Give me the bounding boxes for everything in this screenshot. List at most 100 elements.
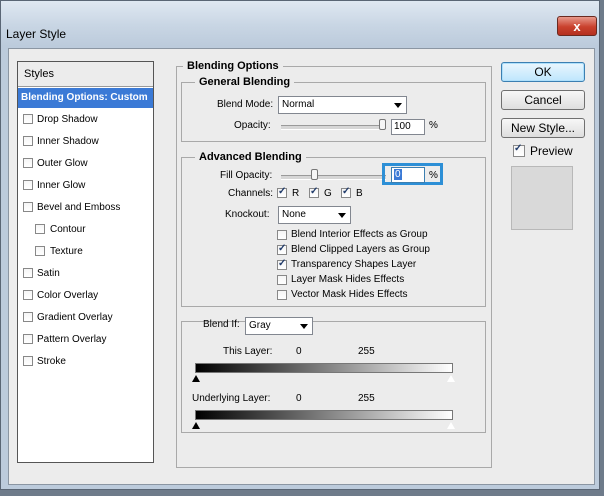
blending-options-title: Blending Options [183,60,283,72]
style-item-label: Texture [50,246,83,257]
this-layer-black-slider[interactable] [192,375,200,382]
channel-g-checkbox[interactable] [309,186,319,198]
advanced-blending-title: Advanced Blending [195,151,306,163]
blend-if-select[interactable]: Gray [245,317,313,335]
opacity-slider-thumb[interactable] [379,119,386,130]
style-item-blending-options[interactable]: Blending Options: Custom [18,88,153,108]
style-item-label: Satin [37,268,60,279]
style-item-inner-glow[interactable]: Inner Glow [18,176,153,196]
ok-button[interactable]: OK [501,62,585,82]
styles-list-header: Styles [18,62,153,87]
close-button[interactable]: x [557,16,597,36]
this-layer-gradient-bar [195,363,453,373]
channel-r-label: R [292,188,300,199]
knockout-select[interactable]: None [278,206,351,224]
opacity-slider-track[interactable] [281,125,386,130]
channels-label: Channels: [228,188,274,199]
underlying-black-slider[interactable] [192,422,200,429]
fill-opacity-label: Fill Opacity: [220,170,273,181]
underlying-white-slider[interactable] [446,421,456,430]
style-item-label: Drop Shadow [37,114,98,125]
vector-mask-hides-label: Vector Mask Hides Effects [291,289,408,300]
style-item-gradient-overlay[interactable]: Gradient Overlay [18,308,153,328]
style-item-drop-shadow[interactable]: Drop Shadow [18,110,153,130]
fill-opacity-value: 0 [394,169,402,180]
channel-b-checkbox[interactable] [341,186,351,198]
style-item-stroke[interactable]: Stroke [18,352,153,372]
style-item-outer-glow[interactable]: Outer Glow [18,154,153,174]
opacity-label: Opacity: [234,120,271,131]
style-item-label: Gradient Overlay [37,312,113,323]
dialog-client: Styles Blending Options: Custom Drop Sha… [8,48,595,485]
this-layer-white-slider[interactable] [446,374,456,383]
pattern-overlay-checkbox[interactable] [23,334,33,344]
inner-glow-checkbox[interactable] [23,180,33,190]
general-blending-title: General Blending [195,76,295,88]
style-item-pattern-overlay[interactable]: Pattern Overlay [18,330,153,350]
blend-mode-label: Blend Mode: [217,99,274,110]
gradient-overlay-checkbox[interactable] [23,312,33,322]
contour-checkbox[interactable] [35,224,45,234]
stroke-checkbox[interactable] [23,356,33,366]
layer-mask-hides-label: Layer Mask Hides Effects [291,274,405,285]
opacity-input[interactable]: 100 [391,119,425,135]
this-layer-label: This Layer: [223,346,273,357]
chevron-down-icon [338,213,346,218]
style-item-label: Blending Options: Custom [21,92,148,103]
this-layer-low: 0 [296,346,302,357]
window-title: Layer Style [6,27,67,41]
knockout-label: Knockout: [225,209,270,220]
style-item-label: Inner Glow [37,180,86,191]
cancel-button[interactable]: Cancel [501,90,585,110]
channel-b-label: B [356,188,363,199]
style-item-bevel-emboss[interactable]: Bevel and Emboss [18,198,153,218]
chevron-down-icon [394,103,402,108]
blend-if-label: Blend If: [203,319,240,330]
style-item-texture[interactable]: Texture [18,242,153,262]
fill-opacity-slider-thumb[interactable] [311,169,318,180]
inner-shadow-checkbox[interactable] [23,136,33,146]
style-item-label: Outer Glow [37,158,88,169]
transparency-shapes-label: Transparency Shapes Layer [291,259,417,270]
blend-if-value: Gray [249,320,271,331]
texture-checkbox[interactable] [35,246,45,256]
fill-opacity-unit: % [429,170,438,181]
blend-clipped-label: Blend Clipped Layers as Group [291,244,430,255]
outer-glow-checkbox[interactable] [23,158,33,168]
blend-clipped-checkbox[interactable] [277,243,287,255]
blend-interior-label: Blend Interior Effects as Group [291,229,428,240]
chevron-down-icon [300,324,308,329]
style-item-satin[interactable]: Satin [18,264,153,284]
underlying-layer-label: Underlying Layer: [192,393,271,404]
style-item-contour[interactable]: Contour [18,220,153,240]
styles-list: Styles Blending Options: Custom Drop Sha… [17,61,154,463]
fill-opacity-slider-track[interactable] [281,175,386,180]
fill-opacity-input[interactable]: 0 [391,167,425,183]
preview-checkbox[interactable] [513,143,525,157]
drop-shadow-checkbox[interactable] [23,114,33,124]
underlying-layer-gradient-bar [195,410,453,420]
blend-interior-checkbox[interactable] [277,230,287,240]
channel-r-checkbox[interactable] [277,186,287,198]
opacity-unit: % [429,120,438,131]
style-item-label: Contour [50,224,86,235]
knockout-value: None [282,209,306,220]
underlying-layer-high: 255 [358,393,375,404]
satin-checkbox[interactable] [23,268,33,278]
blend-mode-value: Normal [282,99,315,110]
preview-label: Preview [530,144,573,158]
color-overlay-checkbox[interactable] [23,290,33,300]
blend-mode-select[interactable]: Normal [278,96,407,114]
this-layer-high: 255 [358,346,375,357]
bevel-emboss-checkbox[interactable] [23,202,33,212]
transparency-shapes-checkbox[interactable] [277,258,287,270]
channel-g-label: G [324,188,332,199]
layer-mask-hides-checkbox[interactable] [277,275,287,285]
style-item-color-overlay[interactable]: Color Overlay [18,286,153,306]
style-item-label: Stroke [37,356,66,367]
new-style-button[interactable]: New Style... [501,118,585,138]
vector-mask-hides-checkbox[interactable] [277,290,287,300]
layer-style-window: Layer Style x Styles Blending Options: C… [0,0,600,490]
style-item-inner-shadow[interactable]: Inner Shadow [18,132,153,152]
preview-swatch [511,166,573,230]
